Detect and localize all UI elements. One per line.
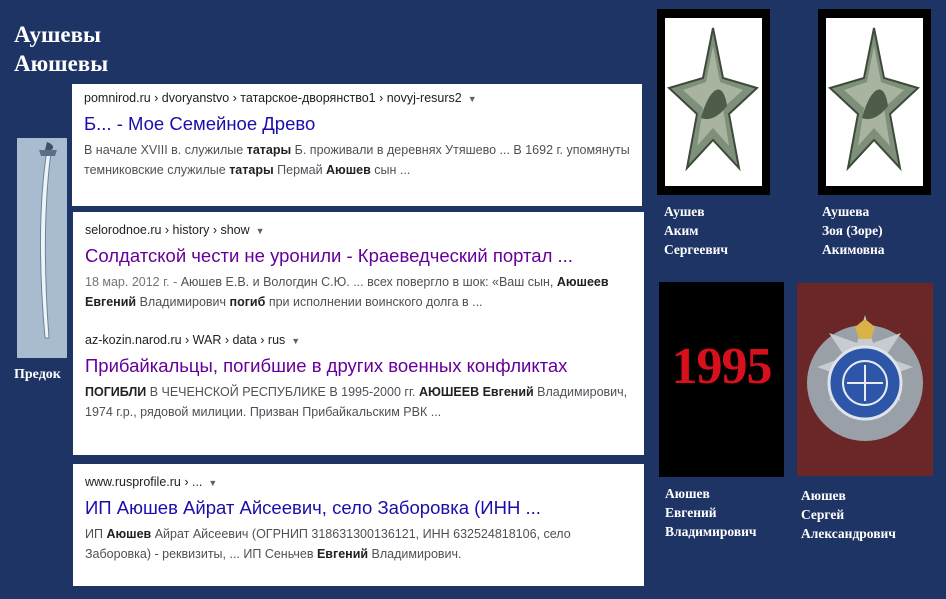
search-result-card-3: www.rusprofile.ru › ... ▼ ИП Аюшев Айрат … (73, 464, 644, 586)
snippet-text: Владимирович. (368, 547, 462, 561)
snippet-highlight: татары (229, 163, 274, 177)
ancestor-label: Предок (14, 367, 61, 382)
caret-down-icon[interactable]: ▼ (291, 333, 300, 350)
result-breadcrumb[interactable]: az-kozin.narod.ru › WAR › data › rus ▼ (85, 332, 632, 350)
saber-icon (17, 138, 67, 358)
ancestor-photo (17, 138, 67, 358)
photo-military-badge (797, 283, 933, 476)
snippet-highlight: Аюшев (326, 163, 371, 177)
snippet-text: Владимирович (136, 295, 230, 309)
snippet-text: В начале XVIII в. служилые (84, 143, 247, 157)
snippet-text: 18 мар. 2012 г. - (85, 275, 181, 289)
snippet-text: ИП (85, 527, 107, 541)
caption-ausheva-zoya: Аушева Зоя (Зоре) Акимовна (822, 204, 885, 257)
snippet-highlight: Евгений (316, 547, 369, 561)
result-title-link[interactable]: Б... - Мое Семейное Древо (84, 112, 630, 136)
result-title-link[interactable]: Солдатской чести не уронили - Краеведчес… (85, 244, 632, 268)
snippet-text: Пермай (273, 163, 327, 177)
photo-1995: 1995 (659, 282, 784, 477)
result-title-link[interactable]: ИП Аюшев Айрат Айсеевич, село Заборовка … (85, 496, 632, 520)
result-snippet: 18 мар. 2012 г. - Аюшев Е.В. и Вологдин … (85, 272, 632, 312)
caret-down-icon[interactable]: ▼ (468, 91, 477, 108)
snippet-highlight: погиб (229, 295, 266, 309)
caret-down-icon[interactable]: ▼ (208, 475, 217, 492)
caret-down-icon[interactable]: ▼ (256, 223, 265, 240)
result-breadcrumb[interactable]: selorodnoe.ru › history › show ▼ (85, 222, 632, 240)
search-result: az-kozin.narod.ru › WAR › data › rus ▼ Пр… (85, 332, 632, 422)
snippet-highlight: Аюшев (106, 527, 152, 541)
year-text: 1995 (671, 338, 773, 395)
search-result: selorodnoe.ru › history › show ▼ Солдатск… (85, 222, 632, 312)
caption-ayushev-evgeniy: Аюшев Евгений Владимирович (665, 486, 757, 539)
result-snippet: ИП Аюшев Айрат Айсеевич (ОГРНИП 31863130… (85, 524, 632, 564)
result-breadcrumb[interactable]: pomnirod.ru › dvoryanstvo › татарское-дв… (84, 90, 630, 108)
snippet-highlight: АЮШЕЕВ Евгений (418, 385, 534, 399)
caption-aushev-akim: Аушев Аким Сергеевич (664, 204, 729, 257)
search-result: pomnirod.ru › dvoryanstvo › татарское-дв… (84, 90, 630, 180)
military-badge-icon (797, 283, 933, 476)
soviet-star-badge-icon (828, 27, 920, 172)
soviet-star-badge-icon (667, 27, 759, 172)
result-snippet: ПОГИБЛИ В ЧЕЧЕНСКОЙ РЕСПУБЛИКЕ В 1995-20… (85, 382, 632, 422)
snippet-text: сын ... (370, 163, 411, 177)
snippet-highlight: татары (246, 143, 292, 157)
snippet-text: В ЧЕЧЕНСКОЙ РЕСПУБЛИКЕ В 1995-2000 гг. (146, 385, 419, 399)
snippet-text: при исполнении воинского долга в ... (265, 295, 483, 309)
portrait-aushev-akim (657, 9, 770, 195)
search-result: www.rusprofile.ru › ... ▼ ИП Аюшев Айрат … (85, 474, 632, 564)
title-line-2: Аюшевы (14, 51, 109, 76)
page-title: Аушевы Аюшевы (14, 20, 108, 78)
search-result-card-1: pomnirod.ru › dvoryanstvo › татарское-дв… (72, 84, 642, 206)
result-snippet: В начале XVIII в. служилые татары Б. про… (84, 140, 630, 180)
title-line-1: Аушевы (14, 22, 101, 47)
snippet-text: Аюшев Е.В. и Вологдин С.Ю. ... всех пове… (180, 275, 557, 289)
portrait-ausheva-zoya (818, 9, 931, 195)
snippet-highlight: ПОГИБЛИ (85, 385, 147, 399)
result-title-link[interactable]: Прибайкальцы, погибшие в других военных … (85, 354, 632, 378)
result-breadcrumb[interactable]: www.rusprofile.ru › ... ▼ (85, 474, 632, 492)
search-result-card-2: selorodnoe.ru › history › show ▼ Солдатск… (73, 212, 644, 455)
caption-ayushev-sergey: Аюшев Сергей Александрович (801, 488, 896, 541)
